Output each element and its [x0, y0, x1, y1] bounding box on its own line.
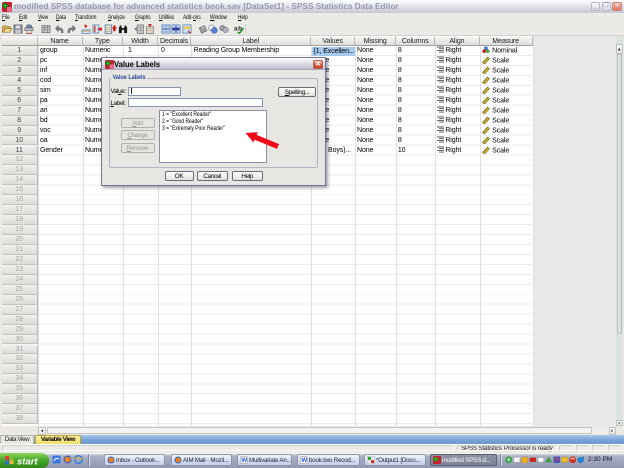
svg-text:start: start [17, 456, 38, 467]
svg-text:W: W [301, 457, 307, 464]
svg-text:W: W [241, 457, 247, 464]
